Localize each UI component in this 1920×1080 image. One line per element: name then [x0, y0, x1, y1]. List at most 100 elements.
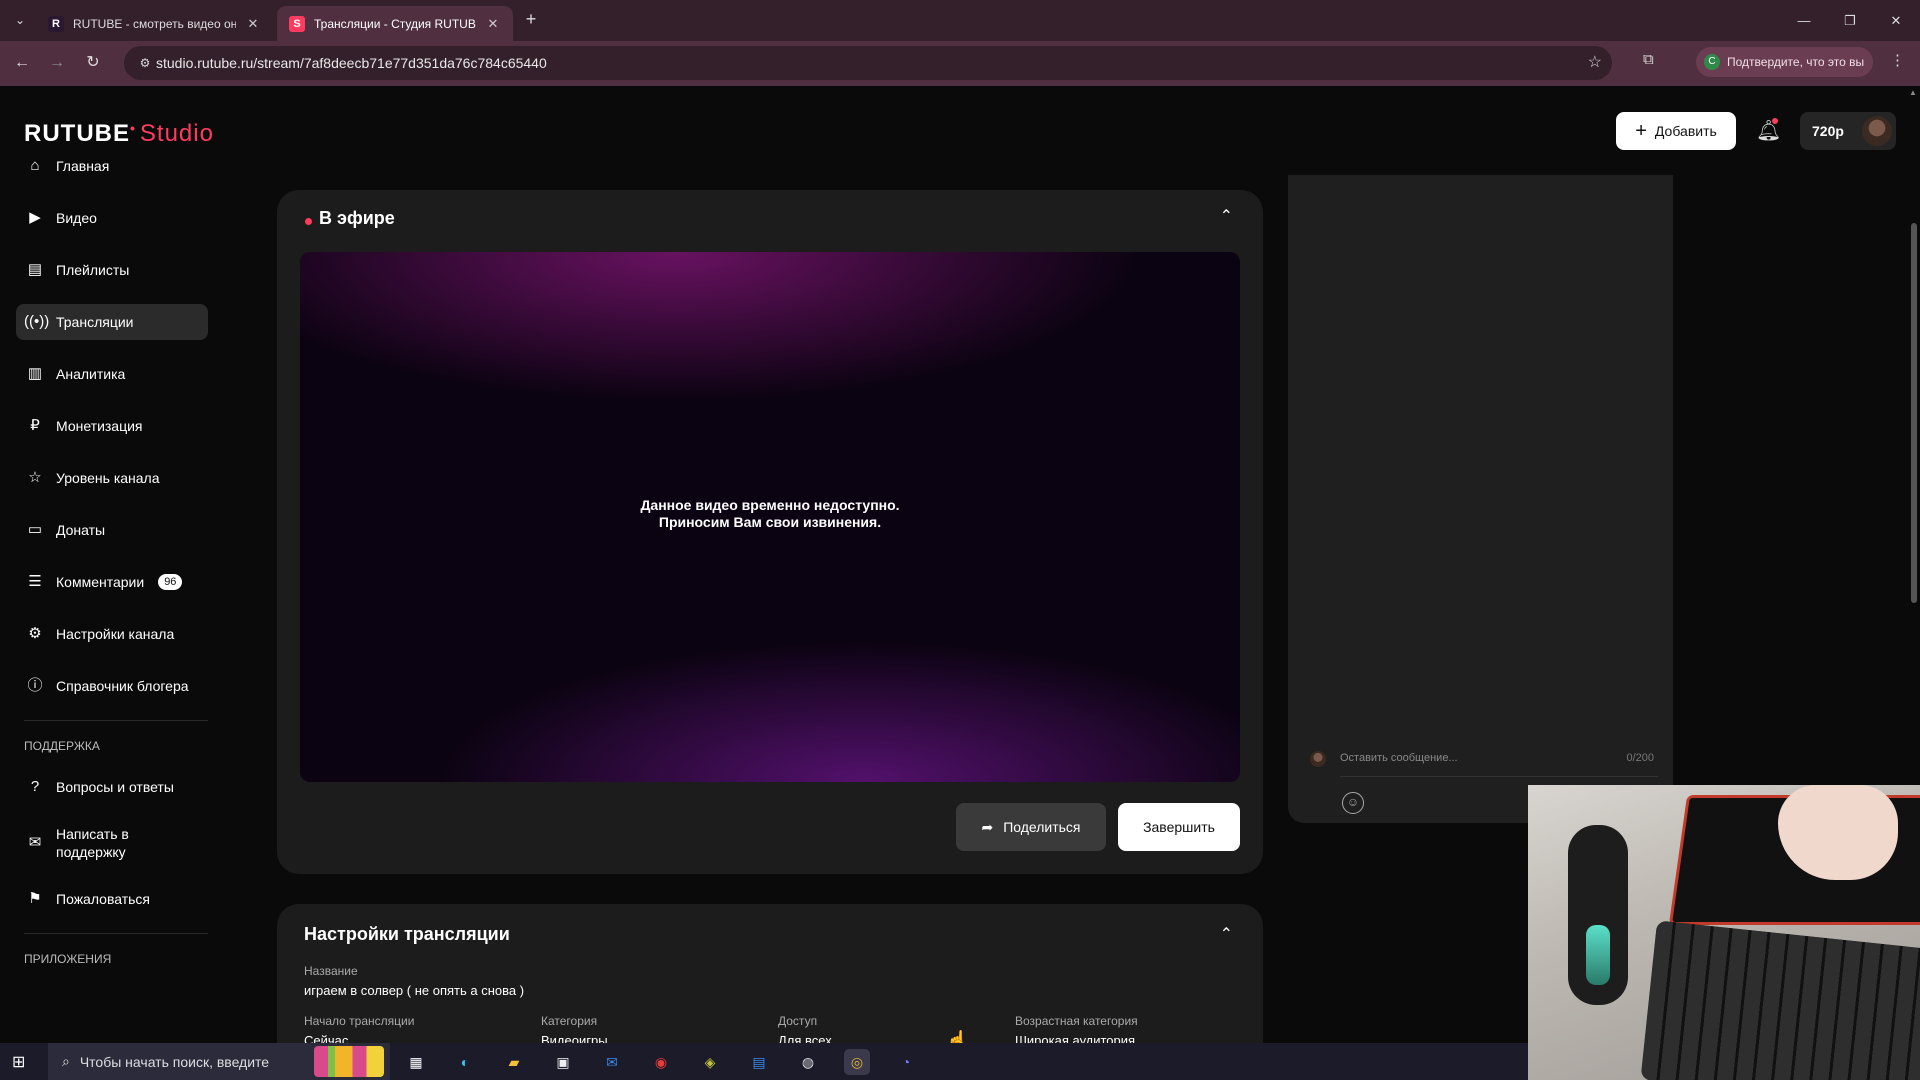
chat-user-avatar: [1310, 751, 1326, 767]
search-icon: ⌕: [62, 1053, 70, 1069]
red-app-icon[interactable]: ◉: [648, 1049, 674, 1075]
sidebar: ⌂ Главная ▶ Видео ▤ Плейлисты ((•)) Тран…: [16, 148, 208, 982]
user-avatar[interactable]: [1862, 116, 1892, 146]
sidebar-item-contact-support[interactable]: ✉ Написать в поддержку: [16, 821, 208, 865]
studio-favicon-icon: S: [289, 15, 305, 32]
sidebar-item-analytics[interactable]: ▥ Аналитика: [16, 356, 208, 392]
windows-start-icon[interactable]: ⊞: [12, 1052, 32, 1072]
emoji-icon[interactable]: ☺: [1342, 792, 1364, 814]
sidebar-item-playlists[interactable]: ▤ Плейлисты: [16, 252, 208, 288]
extensions-icon[interactable]: ⧉: [1643, 51, 1654, 68]
address-bar[interactable]: ⚙ studio.rutube.ru/stream/7af8deecb71e77…: [124, 46, 1612, 80]
sidebar-item-label: Видео: [56, 210, 97, 226]
sidebar-item-comments[interactable]: ☰ Комментарии 96: [16, 564, 208, 600]
task-view-icon[interactable]: ▦: [403, 1049, 429, 1075]
game-app-icon[interactable]: ◈: [697, 1049, 723, 1075]
profile-avatar-icon: C: [1704, 54, 1720, 70]
close-tab-icon[interactable]: ✕: [485, 16, 501, 32]
sidebar-item-video[interactable]: ▶ Видео: [16, 200, 208, 236]
logo-dot-icon: •: [130, 120, 136, 136]
star-icon: ☆: [28, 469, 42, 486]
sidebar-item-label: Комментарии: [56, 574, 145, 590]
browser-menu-icon[interactable]: ⋮: [1890, 51, 1905, 69]
chat-message-input[interactable]: [1340, 741, 1580, 775]
video-player[interactable]: Данное видео временно недоступно. Принос…: [300, 252, 1240, 782]
taskbar-search[interactable]: ⌕ Чтобы начать поиск, введите: [48, 1043, 390, 1080]
comment-icon: ☰: [28, 573, 42, 590]
access-value: Для всех: [778, 1033, 832, 1043]
sidebar-item-broadcasts[interactable]: ((•)) Трансляции: [16, 304, 208, 340]
start-label: Начало трансляции: [304, 1014, 415, 1028]
share-button-label: Поделиться: [1003, 819, 1081, 835]
chat-panel: 0/200 ☺: [1288, 175, 1673, 823]
analytics-icon: ▥: [27, 365, 43, 382]
discord-app-icon[interactable]: ◔: [893, 1049, 919, 1075]
site-info-icon[interactable]: ⚙: [133, 51, 157, 75]
sidebar-item-label: Монетизация: [56, 418, 143, 434]
mail-app-icon[interactable]: ✉: [599, 1049, 625, 1075]
name-label: Название: [304, 964, 358, 978]
age-label: Возрастная категория: [1015, 1014, 1138, 1028]
tab-search-menu-icon[interactable]: ⌄: [9, 9, 31, 31]
close-window-icon[interactable]: ✕: [1874, 0, 1918, 41]
collapse-chevron-up-icon[interactable]: ⌃: [1220, 924, 1233, 944]
url-text[interactable]: studio.rutube.ru/stream/7af8deecb71e77d3…: [156, 55, 547, 71]
browser-tab-rutube[interactable]: R RUTUBE - смотреть видео онл ✕: [36, 6, 273, 41]
obs-recording-icon[interactable]: ◍: [795, 1049, 821, 1075]
share-icon: ➦: [981, 818, 994, 835]
player-error-message: Данное видео временно недоступно. Принос…: [300, 497, 1240, 531]
microphone-image: [1568, 825, 1628, 1005]
browser-tab-studio[interactable]: S Трансляции - Студия RUTUBE ✕: [277, 6, 513, 41]
sidebar-item-label: Вопросы и ответы: [56, 779, 174, 795]
webcam-overlay: [1528, 785, 1920, 1080]
forward-icon[interactable]: →: [45, 51, 69, 75]
scrollbar-thumb[interactable]: [1911, 223, 1917, 603]
settings-title: Настройки трансляции: [304, 924, 510, 944]
close-tab-icon[interactable]: ✕: [245, 16, 261, 32]
back-icon[interactable]: ←: [10, 51, 34, 75]
question-icon: ?: [30, 778, 40, 795]
sidebar-item-channel-settings[interactable]: ⚙ Настройки канала: [16, 616, 208, 652]
add-button[interactable]: + Добавить: [1616, 112, 1736, 150]
sidebar-item-donations[interactable]: ▭ Донаты: [16, 512, 208, 548]
sidebar-item-label: Трансляции: [56, 314, 134, 330]
mouse-cursor-icon: ☝: [946, 1030, 969, 1043]
sidebar-item-channel-level[interactable]: ☆ Уровень канала: [16, 460, 208, 496]
scroll-up-arrow-icon[interactable]: ▲: [1909, 88, 1917, 97]
sidebar-item-blogger-guide[interactable]: ⓘ Справочник блогера: [16, 668, 208, 704]
logo-text-main: RUTUBE: [24, 120, 130, 147]
gear-icon: ⚙: [28, 625, 42, 642]
share-button[interactable]: ➦ Поделиться: [956, 803, 1106, 851]
sidebar-item-report[interactable]: ⚑ Пожаловаться: [16, 881, 208, 917]
profile-chip-label: Подтвердите, что это вы: [1727, 55, 1865, 69]
bookmark-star-icon[interactable]: ☆: [1588, 52, 1602, 72]
sidebar-item-monetization[interactable]: ₽ Монетизация: [16, 408, 208, 444]
collapse-chevron-up-icon[interactable]: ⌃: [1220, 206, 1233, 226]
sidebar-item-home[interactable]: ⌂ Главная: [16, 148, 208, 184]
new-tab-icon[interactable]: +: [520, 9, 542, 31]
store-icon[interactable]: ▣: [550, 1049, 576, 1075]
broadcast-icon: ((•)): [24, 313, 50, 330]
profile-verify-chip[interactable]: C Подтвердите, что это вы: [1696, 47, 1873, 77]
live-indicator-dot: [305, 218, 312, 225]
word-app-icon[interactable]: ▤: [746, 1049, 772, 1075]
quality-avatar-menu[interactable]: 720p: [1800, 112, 1896, 150]
sidebar-item-faq[interactable]: ? Вопросы и ответы: [16, 769, 208, 805]
file-explorer-icon[interactable]: ▰: [501, 1049, 527, 1075]
reload-icon[interactable]: ↻: [81, 51, 105, 75]
logo-text-sub: Studio: [139, 120, 214, 147]
flag-icon: ⚑: [28, 890, 42, 907]
edge-browser-icon[interactable]: ◐: [452, 1049, 478, 1075]
chat-char-counter: 0/200: [1626, 752, 1654, 764]
browser-tabstrip: ⌄ R RUTUBE - смотреть видео онл ✕ S Тран…: [0, 0, 1920, 41]
tab-title: RUTUBE - смотреть видео онл: [73, 16, 236, 31]
chat-message-field[interactable]: 0/200: [1340, 741, 1658, 777]
browser-toolbar: ← → ↻ ⚙ studio.rutube.ru/stream/7af8deec…: [0, 41, 1920, 86]
minimize-icon[interactable]: —: [1782, 0, 1826, 41]
restore-icon[interactable]: ❐: [1828, 0, 1872, 41]
notification-dot: [1772, 118, 1778, 124]
end-stream-button[interactable]: Завершить: [1118, 803, 1240, 851]
notifications-bell-icon[interactable]: 🔔︎: [1756, 118, 1781, 142]
chrome-browser-icon[interactable]: ◎: [844, 1049, 870, 1075]
rutube-studio-logo[interactable]: RUTUBE• Studio: [24, 120, 214, 148]
